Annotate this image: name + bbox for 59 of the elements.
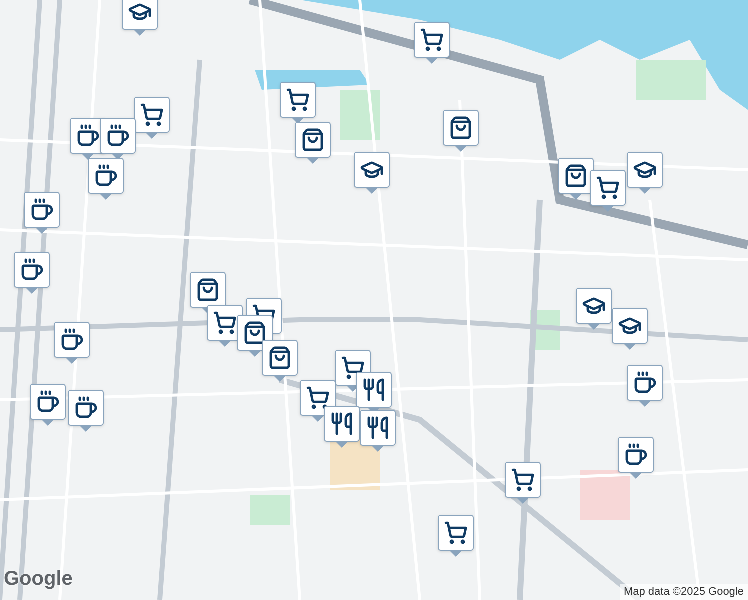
coffee-cup-icon: [94, 164, 118, 188]
map-marker[interactable]: [324, 406, 360, 448]
fork-knife-icon: [366, 416, 390, 440]
cart-icon: [213, 311, 237, 335]
coffee-cup-icon: [74, 396, 98, 420]
map-marker[interactable]: [54, 322, 90, 364]
map-marker[interactable]: [360, 410, 396, 452]
map-marker[interactable]: [262, 340, 298, 382]
cart-icon: [140, 103, 164, 127]
coffee-cup-icon: [20, 258, 44, 282]
map-marker[interactable]: [612, 308, 648, 350]
map-marker[interactable]: [354, 152, 390, 194]
coffee-cup-icon: [106, 124, 130, 148]
coffee-cup-icon: [76, 124, 100, 148]
google-logo[interactable]: Google: [4, 564, 73, 594]
map-marker[interactable]: [122, 0, 158, 36]
map-marker[interactable]: [88, 158, 124, 200]
shopping-bag-icon: [243, 321, 267, 345]
shopping-bag-icon: [268, 346, 292, 370]
shopping-bag-icon: [449, 116, 473, 140]
map-marker[interactable]: [24, 192, 60, 234]
fork-knife-icon: [362, 378, 386, 402]
cart-icon: [596, 176, 620, 200]
cart-icon: [286, 88, 310, 112]
cart-icon: [420, 28, 444, 52]
cart-icon: [341, 356, 365, 380]
map-marker[interactable]: [590, 170, 626, 212]
map-marker[interactable]: [190, 272, 226, 314]
map-marker[interactable]: [558, 158, 594, 200]
shopping-bag-icon: [301, 128, 325, 152]
map-marker[interactable]: [627, 365, 663, 407]
cart-icon: [511, 468, 535, 492]
coffee-cup-icon: [30, 198, 54, 222]
map-marker[interactable]: [438, 515, 474, 557]
map-marker[interactable]: [443, 110, 479, 152]
map-marker[interactable]: [280, 82, 316, 124]
cart-icon: [306, 386, 330, 410]
map-marker[interactable]: [505, 462, 541, 504]
shopping-bag-icon: [564, 164, 588, 188]
map-marker[interactable]: [237, 315, 273, 357]
coffee-cup-icon: [60, 328, 84, 352]
coffee-cup-icon: [624, 443, 648, 467]
map-marker[interactable]: [414, 22, 450, 64]
map-marker[interactable]: [627, 152, 663, 194]
map-marker[interactable]: [576, 288, 612, 330]
map-marker[interactable]: [295, 122, 331, 164]
fork-knife-icon: [330, 412, 354, 436]
coffee-cup-icon: [633, 371, 657, 395]
map-marker[interactable]: [100, 118, 136, 160]
cart-icon: [444, 521, 468, 545]
map-marker[interactable]: [300, 380, 336, 422]
map-marker[interactable]: [14, 252, 50, 294]
map-marker[interactable]: [30, 384, 66, 426]
coffee-cup-icon: [36, 390, 60, 414]
map-marker[interactable]: [68, 390, 104, 432]
map-marker[interactable]: [618, 437, 654, 479]
map-attribution: Map data ©2025 Google: [620, 584, 748, 600]
map-marker[interactable]: [134, 97, 170, 139]
shopping-bag-icon: [196, 278, 220, 302]
